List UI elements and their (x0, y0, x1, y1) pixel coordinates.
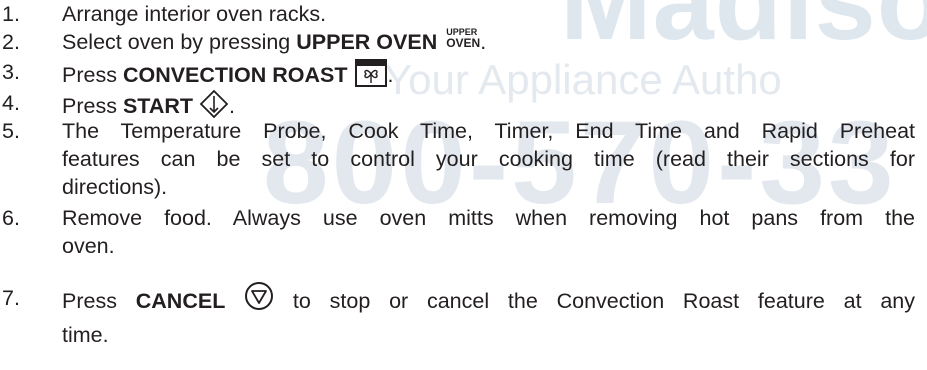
step-text: Arrange interior oven racks. (62, 2, 327, 26)
upper-oven-button-icon: UPPER OVEN (446, 28, 481, 50)
step-text-post: . (387, 63, 394, 88)
step-text-pre: Press (62, 94, 123, 119)
step-text-post: . (229, 94, 235, 119)
start-label: START (122, 94, 194, 119)
cancel-label: CANCEL (135, 289, 226, 314)
convection-roast-label: CONVECTION ROAST (122, 63, 348, 88)
step-number: 3. (2, 60, 20, 84)
step-number: 6. (2, 206, 20, 230)
button-label-bottom: OVEN (446, 36, 481, 50)
step-text-pre: Press (62, 289, 136, 314)
step-number: 2. (2, 30, 20, 54)
step-text-line: Press CANCEL to stop or cancel the Conve… (62, 281, 915, 321)
step-text-line: features can be set to control your cook… (62, 147, 915, 171)
step-text: The Temperature Probe, Cook Time, Timer,… (62, 117, 915, 201)
cancel-triangle-icon (244, 281, 274, 318)
step-text: Remove food. Always use oven mitts when … (62, 204, 915, 260)
step-text-post: to stop or cancel the Convection Roast f… (274, 289, 915, 314)
step-text: Press CANCEL to stop or cancel the Conve… (62, 281, 915, 349)
step-text-pre: Select oven by pressing (62, 30, 297, 54)
step-number: 7. (2, 286, 20, 310)
step-text-line: directions). (62, 175, 168, 199)
step-text-pre: Press (62, 63, 123, 88)
step-text-line: oven. (62, 234, 115, 258)
step-number: 4. (2, 91, 20, 115)
step-number: 1. (2, 2, 20, 26)
upper-oven-label: UPPER OVEN (296, 30, 438, 54)
step-number: 5. (2, 119, 20, 143)
step-text: Select oven by pressing UPPER OVEN UPPER… (62, 28, 915, 56)
step-text-line: The Temperature Probe, Cook Time, Timer,… (62, 119, 915, 143)
step-text-line: Remove food. Always use oven mitts when … (62, 206, 915, 230)
step-text-line: time. (62, 323, 109, 347)
step-text-post: . (480, 30, 487, 54)
